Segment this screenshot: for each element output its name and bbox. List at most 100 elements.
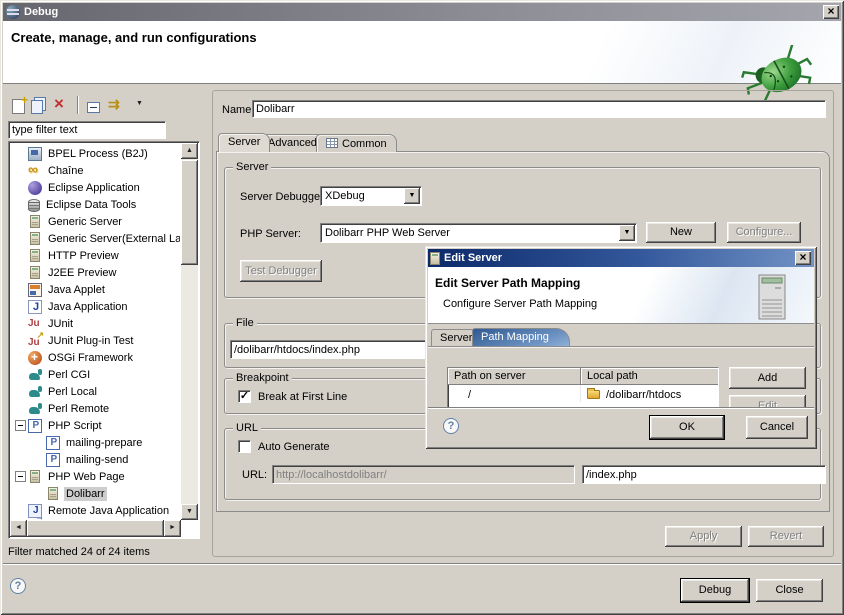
vertical-scroll-thumb[interactable] xyxy=(181,160,198,265)
tree-item-label: Java Applet xyxy=(46,283,107,297)
tree-item-label: PHP Script xyxy=(46,419,104,433)
new-configuration-icon[interactable] xyxy=(12,99,25,114)
apply-button[interactable]: Apply xyxy=(665,526,742,547)
window-titlebar: Debug × xyxy=(3,3,841,21)
collapse-all-icon[interactable] xyxy=(87,102,100,113)
test-debugger-button[interactable]: Test Debugger xyxy=(240,260,322,282)
tree-item[interactable]: mailing-send xyxy=(11,451,180,468)
scroll-up-arrow[interactable]: ▲ xyxy=(181,143,198,159)
tree-item-label: Generic Server xyxy=(46,215,124,229)
tree-item[interactable]: PHP Web Page xyxy=(11,468,180,485)
server-icon xyxy=(30,215,40,228)
remote-java-icon xyxy=(28,504,42,518)
tree-item[interactable]: Remote Java Application xyxy=(11,502,180,519)
tree-item[interactable]: Dolibarr xyxy=(11,485,180,502)
dialog-tab-server-label: Server xyxy=(440,332,472,344)
tab-server[interactable]: Server xyxy=(218,133,270,152)
duplicate-configuration-icon[interactable] xyxy=(31,100,43,114)
java-applet-icon xyxy=(28,283,42,297)
configurations-tree[interactable]: BPEL Process (B2J)ChaîneEclipse Applicat… xyxy=(8,141,200,539)
tree-horizontal-scrollbar[interactable]: ◄ ► xyxy=(10,520,181,537)
tree-indent-spacer xyxy=(15,250,26,261)
dialog-close-button[interactable]: × xyxy=(795,251,811,265)
ok-button[interactable]: OK xyxy=(650,416,724,439)
dialog-help-icon[interactable]: ? xyxy=(443,418,459,434)
new-server-button[interactable]: New xyxy=(646,222,716,243)
help-question-icon[interactable]: ? xyxy=(10,578,26,594)
tree-item[interactable]: Java Applet xyxy=(11,281,180,298)
dialog-banner: Edit Server Path Mapping Configure Serve… xyxy=(428,267,814,324)
break-first-line-label: Break at First Line xyxy=(258,391,347,403)
delete-configuration-icon[interactable] xyxy=(51,96,69,114)
collapse-toggle-icon[interactable] xyxy=(15,420,26,431)
tree-item[interactable]: Perl Local xyxy=(11,383,180,400)
tree-item[interactable]: Chaîne xyxy=(11,162,180,179)
url-path-input[interactable] xyxy=(582,465,826,484)
tree-item[interactable]: OSGi Framework xyxy=(11,349,180,366)
window-close-button[interactable]: × xyxy=(823,5,839,19)
auto-generate-checkbox[interactable] xyxy=(238,440,251,453)
filter-input[interactable] xyxy=(8,121,166,139)
local-path-cell: /dolibarr/htdocs xyxy=(581,385,719,402)
scroll-right-arrow[interactable]: ► xyxy=(164,520,181,537)
junit-plugin-icon xyxy=(28,334,42,348)
break-first-line-checkbox[interactable]: ✓ xyxy=(238,390,251,403)
tab-server-label: Server xyxy=(228,136,260,148)
tree-item[interactable]: PHP Script xyxy=(11,417,180,434)
tree-item[interactable]: Eclipse Data Tools xyxy=(11,196,180,213)
configure-server-button[interactable]: Configure... xyxy=(727,222,801,243)
path-mapping-row[interactable]: //dolibarr/htdocs xyxy=(448,385,718,402)
tree-indent-spacer xyxy=(15,335,26,346)
scroll-left-arrow[interactable]: ◄ xyxy=(10,520,27,537)
tree-vertical-scrollbar[interactable]: ▲ ▼ xyxy=(181,143,198,520)
tree-item[interactable]: Generic Server(External La xyxy=(11,230,180,247)
dialog-tab-path-mapping-label: Path Mapping xyxy=(481,331,549,343)
tab-common[interactable]: Common xyxy=(316,134,397,152)
tree-item[interactable]: BPEL Process (B2J) xyxy=(11,145,180,162)
java-application-icon xyxy=(28,300,42,314)
filter-dropdown-arrow-icon[interactable] xyxy=(134,96,144,114)
header-banner: Create, manage, and run configurations xyxy=(3,21,841,84)
close-button[interactable]: Close xyxy=(756,579,823,602)
chevron-down-icon[interactable]: ▼ xyxy=(404,188,420,204)
tree-item-label: Generic Server(External La xyxy=(46,232,180,246)
server-debugger-label: Server Debugger: xyxy=(240,191,327,203)
scroll-down-arrow[interactable]: ▼ xyxy=(181,504,198,520)
cancel-button[interactable]: Cancel xyxy=(746,416,808,439)
filter-configurations-icon[interactable] xyxy=(108,96,126,114)
collapse-toggle-icon[interactable] xyxy=(15,471,26,482)
tree-item-label: JUnit Plug-in Test xyxy=(46,334,135,348)
tree-item[interactable]: Java Application xyxy=(11,298,180,315)
tree-indent-spacer xyxy=(15,182,26,193)
url-group-title: URL xyxy=(233,422,261,434)
tree-item-label: Perl Remote xyxy=(46,402,111,416)
tree-item[interactable]: HTTP Preview xyxy=(11,247,180,264)
server-debugger-combo[interactable]: XDebug ▼ xyxy=(320,186,422,206)
debug-button[interactable]: Debug xyxy=(681,579,749,602)
dialog-tab-path-mapping[interactable]: Path Mapping xyxy=(472,328,570,346)
php-server-combo[interactable]: Dolibarr PHP Web Server ▼ xyxy=(320,223,637,243)
tree-item[interactable]: J2EE Preview xyxy=(11,264,180,281)
tree-item-label: PHP Web Page xyxy=(46,470,127,484)
tree-item[interactable]: Perl CGI xyxy=(11,366,180,383)
file-group-title: File xyxy=(233,317,257,329)
tree-item[interactable]: JUnit Plug-in Test xyxy=(11,332,180,349)
tree-item-label: Perl Local xyxy=(46,385,99,399)
column-header-local-path[interactable]: Local path xyxy=(581,368,719,385)
revert-button[interactable]: Revert xyxy=(748,526,824,547)
tree-item[interactable]: Perl Remote xyxy=(11,400,180,417)
tree-indent-spacer xyxy=(15,165,26,176)
horizontal-scroll-thumb[interactable] xyxy=(27,520,164,537)
add-mapping-button[interactable]: Add xyxy=(729,367,806,389)
name-input[interactable] xyxy=(252,100,826,118)
url-label: URL: xyxy=(242,469,267,481)
chevron-down-icon[interactable]: ▼ xyxy=(619,225,635,241)
tree-item-label: HTTP Preview xyxy=(46,249,121,263)
column-header-path-on-server[interactable]: Path on server xyxy=(448,368,581,385)
path-mapping-header-row: Path on server Local path xyxy=(448,368,718,385)
page-title: Create, manage, and run configurations xyxy=(11,30,257,45)
tree-item[interactable]: mailing-prepare xyxy=(11,434,180,451)
tree-item[interactable]: Eclipse Application xyxy=(11,179,180,196)
tree-item[interactable]: Generic Server xyxy=(11,213,180,230)
table-icon xyxy=(326,138,338,148)
